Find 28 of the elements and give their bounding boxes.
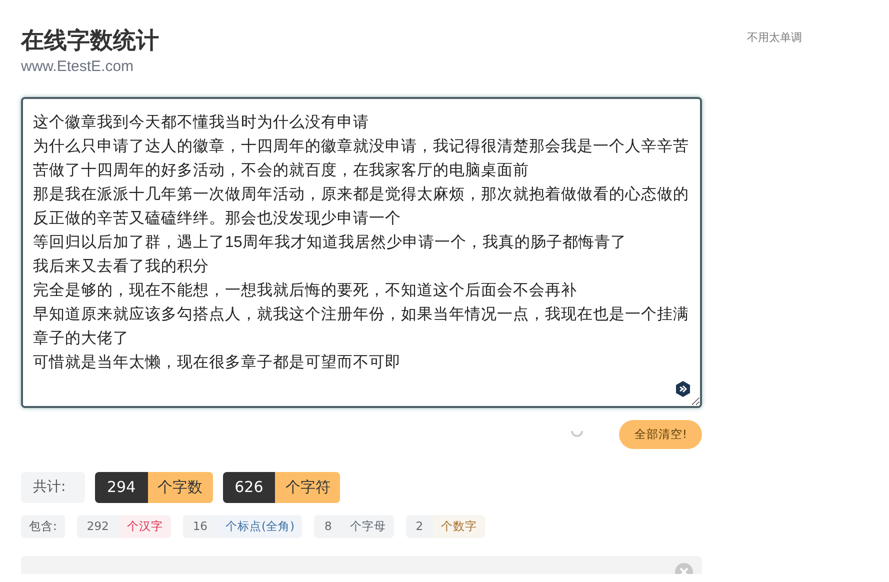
count-value: 626 xyxy=(222,472,276,503)
page-title: 在线字数统计 xyxy=(21,27,160,56)
text-line: 完全是够的，现在不能想，一想我就后悔的要死，不知道这个后面会不会再补 xyxy=(33,280,578,300)
text-input-field[interactable] xyxy=(21,96,702,408)
count-unit: 个汉字 xyxy=(118,514,171,538)
text-line: 那是我在派派十几年第一次做周年活动，原来都是觉得太麻烦，那次就抱着做做看的心态做的反正做的辛苦又磕磕绊绊。那会也没发现少申请一个 xyxy=(33,184,690,228)
clear-all-button[interactable]: 全部清空! xyxy=(619,420,702,449)
text-line: 早知道原来就应该多勾搭点人，就我这个注册年份，如果当年情况一点，我现在也是一个挂满章子的大佬了 xyxy=(33,304,690,348)
count-unit: 个标点(全角) xyxy=(217,514,302,538)
count-value: 2 xyxy=(406,514,434,538)
breakdown-label: 包含: xyxy=(21,514,65,538)
count-value: 292 xyxy=(76,514,119,538)
count-value: 294 xyxy=(95,472,148,503)
text-line: 可惜就是当年太懒，现在很多章子都是可望而不可即 xyxy=(33,352,402,372)
count-unit: 个数字 xyxy=(433,514,486,538)
text-line: 我后来又去看了我的积分 xyxy=(33,256,210,276)
count-value: 8 xyxy=(314,514,342,538)
text-line: 这个徽章我到今天都不懂我当时为什么没有申请 xyxy=(33,112,370,132)
side-note: 不用太单调 xyxy=(747,30,802,46)
text-line: 等回归以后加了群，遇上了15周年我才知道我居然少申请一个，我真的肠子都悔青了 xyxy=(33,232,628,252)
count-unit: 个字符 xyxy=(275,472,340,503)
total-label: 共计: xyxy=(21,472,85,503)
site-url: www.EtestE.com xyxy=(21,57,135,77)
loading-spinner-icon xyxy=(571,430,584,438)
count-unit: 个字数 xyxy=(148,472,213,503)
count-unit: 个字母 xyxy=(342,514,394,538)
text-line: 为什么只申请了达人的徽章，十四周年的徽章就没申请，我记得很清楚那会我是一个人辛辛苦苦做了十四周年的好多活动，不会的就百度，在我家客厅的电脑桌面前 xyxy=(33,136,690,180)
count-value: 16 xyxy=(182,514,218,538)
